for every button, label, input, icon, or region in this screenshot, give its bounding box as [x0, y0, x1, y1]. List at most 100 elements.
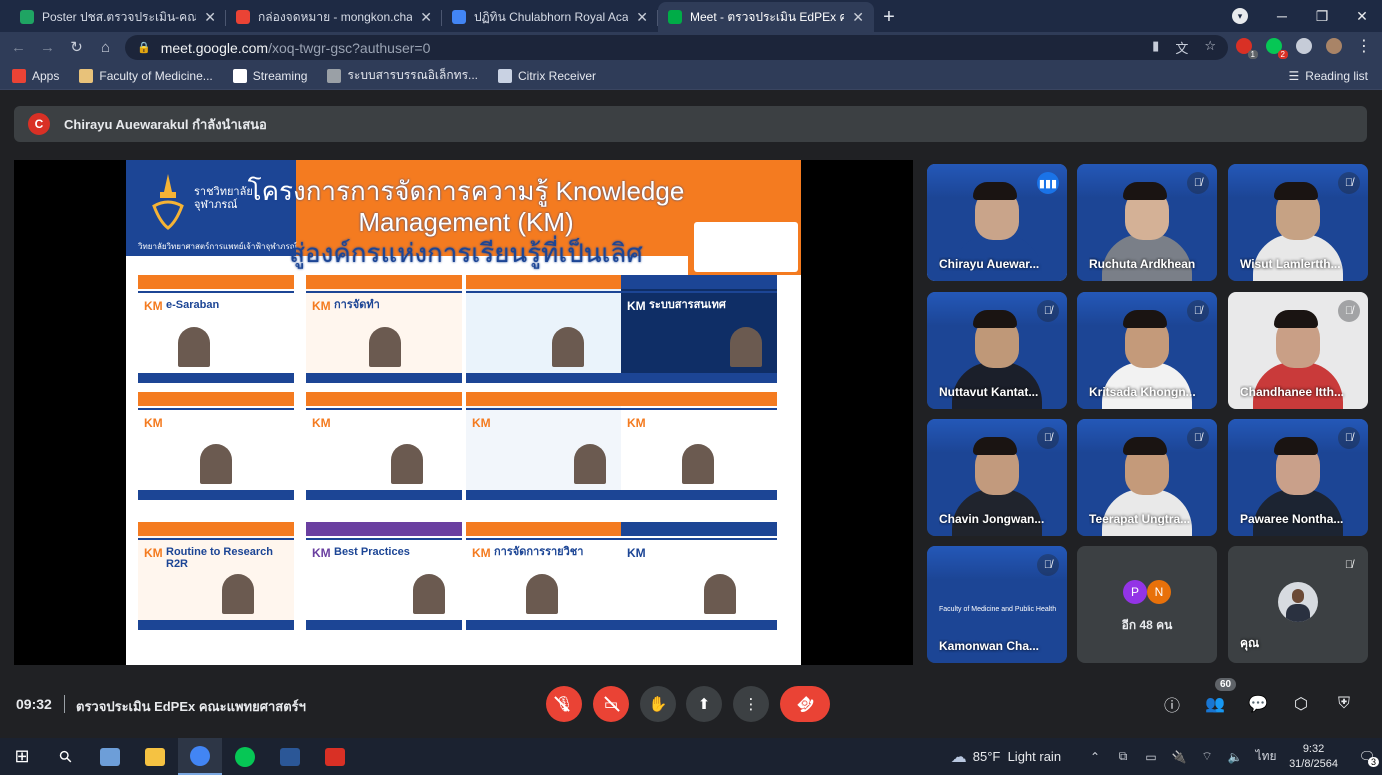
close-tab-icon[interactable]: ✕	[204, 9, 216, 26]
raise-hand-button[interactable]: ✋	[640, 686, 676, 722]
poster-thumbnail	[466, 275, 622, 383]
notifications-button[interactable]: 🗨 3	[1352, 749, 1382, 767]
poster-km-label: KM	[472, 416, 491, 430]
star-icon[interactable]: ☆	[1204, 38, 1216, 57]
windows-taskbar: ⊞ ⚲ ☁ 85°F Light rain ⌃ ⧉ ▭ 🔌 ⌔ 🔈 ไทย 9:…	[0, 738, 1382, 775]
participant-hair	[1274, 437, 1318, 455]
extension-red-icon[interactable]: 1	[1236, 38, 1258, 59]
participant-tile[interactable]: ▮▮▮ Chirayu Auewar...	[927, 164, 1067, 281]
close-tab-icon[interactable]: ✕	[636, 9, 648, 26]
meeting-title: ตรวจประเมิน EdPEx คณะแพทยศาสตร์ฯ	[76, 699, 306, 714]
self-tile[interactable]: 🎙̸ คุณ	[1228, 546, 1368, 663]
close-tab-icon[interactable]: ✕	[420, 9, 432, 26]
participant-tile[interactable]: 🎙̸ Pawaree Nontha...	[1228, 419, 1368, 536]
back-button[interactable]: ←	[4, 39, 33, 56]
browser-menu-icon[interactable]: ⋮	[1356, 36, 1372, 56]
reload-button[interactable]: ↻	[62, 38, 91, 56]
activities-button[interactable]: ⬡	[1289, 692, 1313, 716]
new-tab-button[interactable]: +	[874, 2, 904, 32]
profile-avatar-icon[interactable]	[1326, 38, 1342, 54]
participant-tile[interactable]: Faculty of Medicine and Public Health 🎙̸ K…	[927, 546, 1067, 663]
camera-icon[interactable]: ▮	[1152, 38, 1159, 57]
participant-name: Kamonwan Cha...	[939, 639, 1040, 653]
start-button[interactable]: ⊞	[0, 738, 44, 775]
more-options-button[interactable]: ⋮	[733, 686, 769, 722]
restore-button[interactable]: ❐	[1302, 8, 1342, 25]
input-language[interactable]: ไทย	[1249, 747, 1283, 766]
poster-photo	[704, 574, 736, 614]
camera-toggle-button[interactable]: ▭	[593, 686, 629, 722]
extension-line-icon[interactable]: 2	[1266, 38, 1288, 59]
poster-km-label: KM	[627, 416, 646, 430]
line-app-button[interactable]	[223, 738, 267, 775]
lock-icon[interactable]: 🔒	[137, 41, 151, 54]
show-hidden-icons-button[interactable]: ⌃	[1081, 750, 1109, 764]
bookmark-icon	[498, 68, 513, 83]
present-now-button[interactable]: ⬆	[686, 686, 722, 722]
paint-app-button[interactable]	[88, 738, 132, 775]
forward-button[interactable]: →	[33, 39, 62, 56]
meeting-details-button[interactable]: ⓘ	[1160, 692, 1184, 716]
mic-off-icon: 🎙̸	[1037, 300, 1059, 322]
close-tab-icon[interactable]: ✕	[852, 9, 864, 26]
bookmark-item[interactable]: Streaming	[232, 68, 307, 83]
poster-header	[466, 392, 622, 406]
host-controls-button[interactable]: ⛨	[1332, 692, 1356, 716]
tile-caption: Faculty of Medicine and Public Health	[939, 606, 1057, 613]
poster-km-label: KM	[312, 546, 331, 560]
participant-name: Chavin Jongwan...	[939, 512, 1045, 526]
browser-tab[interactable]: กล่องจดหมาย - mongkon.cha@cra ✕	[226, 2, 442, 32]
translate-icon[interactable]: 文	[1175, 38, 1188, 57]
participant-tile[interactable]: 🎙̸ Kritsada Khongn...	[1077, 292, 1217, 409]
word-app-button[interactable]	[268, 738, 312, 775]
browser-tab[interactable]: ปฏิทิน Chulabhorn Royal Academy ✕	[442, 2, 658, 32]
leave-call-button[interactable]: ☎	[780, 686, 830, 722]
participant-tile[interactable]: 🎙̸ Chandhanee Itth...	[1228, 292, 1368, 409]
close-window-button[interactable]: ✕	[1342, 8, 1382, 25]
clock-date[interactable]: 9:32 31/8/2564	[1289, 742, 1338, 772]
participant-tile[interactable]: 🎙̸ Ruchuta Ardkhean	[1077, 164, 1217, 281]
file-explorer-button[interactable]	[133, 738, 177, 775]
browser-tab[interactable]: Poster ปชส.ตรวจประเมิน-คณะแพทยศ ✕	[10, 2, 226, 32]
participant-tile[interactable]: 🎙̸ Teerapat Ungtra...	[1077, 419, 1217, 536]
participant-tile[interactable]: 🎙̸ Wisut Lamlertth...	[1228, 164, 1368, 281]
poster-photo	[574, 444, 606, 484]
bookmark-item[interactable]: Citrix Receiver	[498, 68, 596, 83]
tab-search-icon[interactable]: ▾	[1232, 8, 1248, 24]
poster-footer	[466, 620, 622, 630]
puzzle-icon[interactable]	[1296, 38, 1312, 54]
participant-tile[interactable]: 🎙̸ Chavin Jongwan...	[927, 419, 1067, 536]
browser-tab[interactable]: Meet - ตรวจประเมิน EdPEx คณ ✕	[658, 2, 874, 32]
presentation-stage[interactable]: ราชวิทยาลัย จุฬาภรณ์ วิทยาลัยวิทยาศาสตร์…	[14, 160, 913, 665]
slide-promo-poster	[688, 160, 801, 275]
wifi-icon[interactable]: ⌔	[1193, 749, 1221, 764]
paint-app-icon	[100, 747, 120, 766]
people-count-badge: 60	[1215, 678, 1237, 691]
poster-km-label: KM	[312, 416, 331, 430]
tray-app-icon[interactable]: ⧉	[1109, 749, 1137, 764]
camera-app-button[interactable]	[313, 738, 357, 775]
more-participants-tile[interactable]: P N อีก 48 คน	[1077, 546, 1217, 663]
tab-list: Poster ปชส.ตรวจประเมิน-คณะแพทยศ✕กล่องจดห…	[0, 2, 874, 32]
power-plug-icon[interactable]: 🔌	[1165, 750, 1193, 764]
home-button[interactable]: ⌂	[91, 39, 120, 56]
volume-icon[interactable]: 🔈	[1221, 750, 1249, 764]
taskbar-search-button[interactable]: ⚲	[44, 738, 88, 775]
address-bar[interactable]: 🔒 meet.google.com /xoq-twgr-gsc?authuser…	[125, 35, 1228, 60]
bookmark-item[interactable]: ระบบสารบรรณอิเล็กทร...	[327, 66, 478, 85]
hand-icon: ✋	[648, 696, 668, 713]
bookmark-item[interactable]: Apps	[12, 68, 59, 83]
participant-name: Chirayu Auewar...	[939, 257, 1040, 271]
poster-stripe	[621, 538, 777, 540]
chrome-app-button[interactable]	[178, 738, 222, 775]
mic-toggle-button[interactable]: 🎙	[546, 686, 582, 722]
chat-button[interactable]: 💬	[1246, 692, 1270, 716]
battery-icon[interactable]: ▭	[1137, 750, 1165, 764]
bookmark-item[interactable]: Faculty of Medicine...	[79, 68, 213, 83]
reading-list-button[interactable]: ☰ Reading list	[1289, 69, 1368, 83]
minimize-button[interactable]: ─	[1262, 8, 1302, 24]
weather-widget[interactable]: ☁ 85°F Light rain	[951, 747, 1061, 767]
people-button[interactable]: 👥	[1203, 692, 1227, 716]
participant-tile[interactable]: 🎙̸ Nuttavut Kantat...	[927, 292, 1067, 409]
mic-off-icon: 🎙̸	[1037, 554, 1059, 576]
